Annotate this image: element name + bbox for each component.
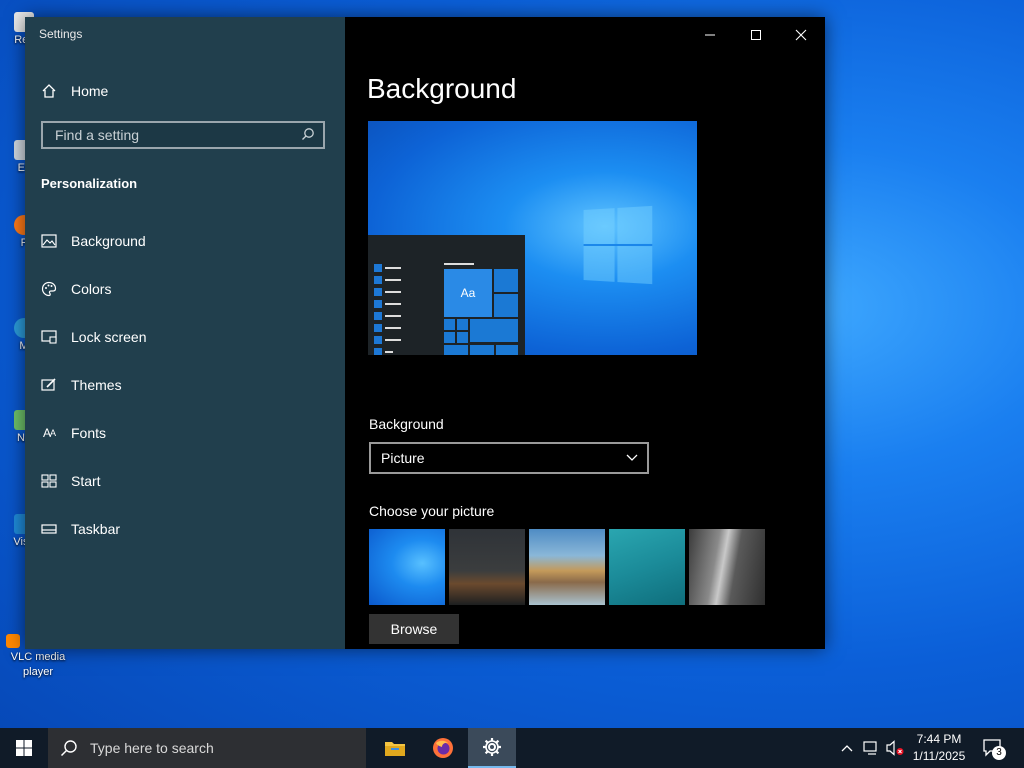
nav-item-label: Background — [71, 233, 146, 249]
page-title: Background — [367, 73, 517, 104]
search-input[interactable] — [53, 126, 301, 144]
start-button[interactable] — [0, 728, 48, 768]
taskbar-clock[interactable]: 7:44 PM 1/11/2025 — [904, 731, 974, 765]
nav-item-taskbar[interactable]: Taskbar — [25, 505, 345, 553]
maximize-icon — [751, 30, 761, 40]
chevron-down-icon — [626, 454, 638, 461]
minimize-button[interactable] — [698, 25, 722, 45]
taskbar-icon — [41, 521, 57, 537]
taskbar-search[interactable]: Type here to search — [48, 728, 366, 768]
nav-item-label: Colors — [71, 281, 112, 297]
search-icon — [60, 740, 77, 757]
network-status[interactable] — [860, 728, 882, 768]
personalization-nav: Background Colors Lock screen Themes A A… — [25, 217, 345, 553]
window-title: Settings — [39, 27, 83, 41]
home-label: Home — [71, 83, 109, 99]
nav-item-fonts[interactable]: AA Fonts — [25, 409, 345, 457]
lock-screen-icon — [41, 329, 57, 345]
volume-status[interactable] — [884, 728, 906, 768]
close-button[interactable] — [789, 25, 813, 45]
background-type-dropdown[interactable]: Picture — [369, 442, 649, 474]
brush-icon — [41, 377, 57, 393]
windows-logo-icon — [583, 205, 653, 285]
background-preview: Aa — [368, 121, 697, 355]
nav-item-label: Taskbar — [71, 521, 121, 537]
nav-item-themes[interactable]: Themes — [25, 361, 345, 409]
thumbnail-beach-rocks[interactable] — [529, 529, 605, 605]
notification-count-badge: 3 — [992, 746, 1006, 760]
dropdown-value: Picture — [381, 450, 425, 466]
find-setting-search[interactable] — [41, 121, 325, 149]
network-icon — [863, 741, 877, 755]
background-type-label: Background — [369, 416, 444, 432]
thumbnail-underwater[interactable] — [609, 529, 685, 605]
taskbar-search-placeholder: Type here to search — [90, 740, 214, 756]
close-icon — [795, 29, 807, 41]
settings-window: Settings Home Personalization Background — [25, 17, 825, 649]
chevron-up-icon — [841, 745, 853, 752]
action-center-button[interactable]: 3 — [980, 728, 1006, 768]
nav-item-label: Start — [71, 473, 101, 489]
gear-icon — [483, 738, 501, 756]
maximize-button[interactable] — [744, 25, 768, 45]
home-link[interactable]: Home — [41, 81, 108, 101]
minimize-icon — [705, 34, 715, 36]
nav-item-label: Lock screen — [71, 329, 147, 345]
firefox-icon — [433, 738, 453, 758]
taskbar-file-explorer[interactable] — [371, 728, 419, 768]
font-icon: AA — [42, 426, 56, 440]
clock-time: 7:44 PM — [916, 732, 962, 746]
taskbar: Type here to search 7:44 PM 1/11/2025 3 — [0, 728, 1024, 768]
show-hidden-icons-button[interactable] — [838, 728, 856, 768]
nav-item-lock-screen[interactable]: Lock screen — [25, 313, 345, 361]
palette-icon — [41, 281, 57, 297]
home-icon — [41, 83, 57, 99]
clock-date: 1/11/2025 — [912, 749, 966, 763]
taskbar-settings[interactable] — [468, 728, 516, 768]
preview-sample-text: Aa — [444, 269, 492, 317]
thumbnail-windows-default[interactable] — [369, 529, 445, 605]
nav-item-background[interactable]: Background — [25, 217, 345, 265]
picture-icon — [41, 233, 57, 249]
thumbnail-waterfall[interactable] — [689, 529, 765, 605]
thumbnail-night-sky[interactable] — [449, 529, 525, 605]
settings-content: Background Aa Background Picture Choose … — [345, 17, 825, 649]
preview-start-menu: Aa — [368, 235, 525, 355]
nav-item-label: Fonts — [71, 425, 107, 441]
section-title: Personalization — [41, 176, 138, 191]
search-icon[interactable] — [301, 127, 315, 144]
nav-item-label: Themes — [71, 377, 122, 393]
nav-item-start[interactable]: Start — [25, 457, 345, 505]
volume-muted-icon — [886, 740, 904, 756]
start-icon — [41, 473, 57, 489]
browse-button[interactable]: Browse — [369, 614, 459, 644]
picture-thumbnails — [369, 529, 765, 605]
folder-icon — [385, 742, 405, 756]
vlc-icon — [6, 634, 20, 648]
taskbar-firefox[interactable] — [419, 728, 467, 768]
windows-start-icon — [16, 740, 32, 756]
choose-picture-label: Choose your picture — [369, 503, 495, 519]
settings-sidebar: Settings Home Personalization Background — [25, 17, 345, 649]
desktop-icon-label: VLC media player — [10, 651, 66, 678]
nav-item-colors[interactable]: Colors — [25, 265, 345, 313]
